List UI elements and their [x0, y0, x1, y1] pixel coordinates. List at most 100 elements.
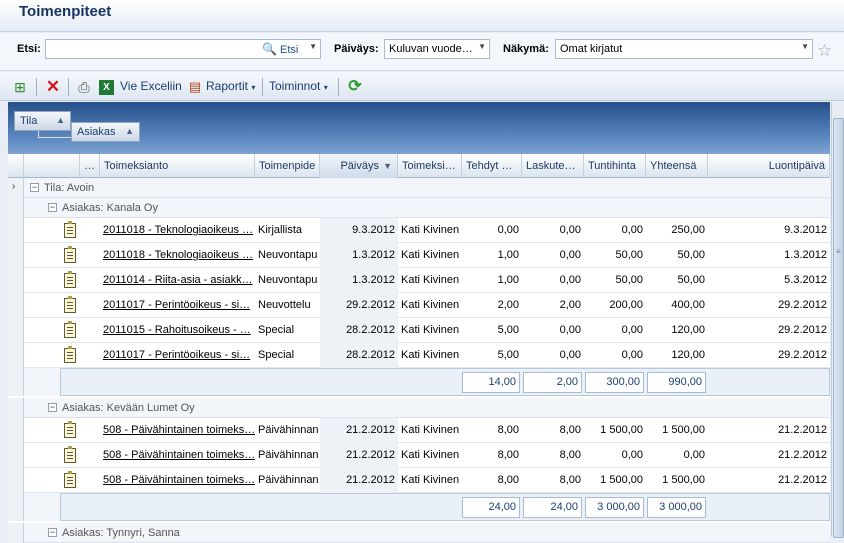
- collapse-icon[interactable]: −: [48, 203, 57, 212]
- cell-tehdyt: 8,00: [497, 474, 519, 486]
- search-input[interactable]: 🔍 Etsi ▼: [45, 39, 321, 59]
- current-row-arrow-icon: ›: [12, 181, 16, 192]
- add-icon[interactable]: ⊞: [11, 78, 29, 96]
- table-row[interactable]: 2011017 - Perintöoikeus - si… Neuvottelu 2…: [8, 293, 830, 318]
- group-row-customer[interactable]: − Asiakas: Tynnyri, Sanna: [8, 523, 830, 543]
- column-header-tehdyt[interactable]: Tehdyt …: [462, 154, 522, 178]
- task-note-icon: [64, 296, 76, 313]
- cell-toimeksianto[interactable]: 2011018 - Teknologiaoikeus …: [100, 243, 255, 268]
- column-header-more[interactable]: …: [80, 154, 100, 178]
- cell-tehdyt: 1,00: [497, 249, 519, 261]
- cell-toimeksianto[interactable]: 2011015 - Rahoitusoikeus - …: [100, 318, 255, 343]
- cell-toimenpide: Päivähinnan: [258, 449, 319, 461]
- vertical-scrollbar[interactable]: ≡: [831, 102, 844, 538]
- cell-toimeksianto[interactable]: 508 - Päivähintainen toimeks…: [100, 418, 255, 443]
- date-value: Kuluvan vuode…: [389, 43, 473, 55]
- cell-toimenpide: Neuvottelu: [258, 299, 311, 311]
- cell-toimeksisaaja: Kati Kivinen: [401, 349, 460, 361]
- column-header-toimenpide[interactable]: Toimenpide: [255, 154, 320, 178]
- group-chip-asiakas[interactable]: Asiakas ▲: [71, 122, 140, 142]
- cell-paivays: 28.2.2012: [320, 318, 398, 343]
- header-indicator: [8, 154, 24, 178]
- sort-down-icon: ▼: [383, 161, 392, 171]
- refresh-icon[interactable]: ⟳: [346, 78, 364, 96]
- cell-toimeksianto[interactable]: 2011018 - Teknologiaoikeus …: [100, 218, 255, 243]
- search-icon: 🔍: [262, 42, 277, 56]
- actions-menu[interactable]: Toiminnot ▾: [269, 79, 328, 97]
- column-header-paivays-label: Päiväys: [340, 160, 379, 172]
- cell-toimeksianto[interactable]: 2011017 - Perintöoikeus - si…: [100, 343, 255, 368]
- cell-tehdyt: 5,00: [497, 324, 519, 336]
- date-select[interactable]: Kuluvan vuode… ▼: [384, 39, 490, 59]
- row-indicator: [8, 368, 24, 396]
- reports-menu[interactable]: Raportit ▾: [206, 79, 255, 97]
- column-header-luontipaiva[interactable]: Luontipäivä: [708, 154, 830, 178]
- table-row[interactable]: 2011018 - Teknologiaoikeus … Kirjallista 9…: [8, 218, 830, 243]
- column-header-paivays[interactable]: Päiväys ▼: [320, 154, 398, 178]
- group-row-customer[interactable]: − Asiakas: Kevään Lumet Oy: [8, 398, 830, 418]
- cell-toimeksianto[interactable]: 2011017 - Perintöoikeus - si…: [100, 293, 255, 318]
- cell-toimeksianto[interactable]: 2011014 - Riita-asia - asiakk…: [100, 268, 255, 293]
- search-button-label: Etsi: [280, 44, 299, 56]
- cell-toimenpide: Kirjallista: [258, 224, 303, 236]
- summary-yhteensa: 990,00: [647, 372, 706, 393]
- cell-paivays: 21.2.2012: [320, 443, 398, 468]
- cell-toimeksisaaja: Kati Kivinen: [401, 424, 460, 436]
- cell-luontipaiva: 21.2.2012: [778, 424, 827, 436]
- group-row-status[interactable]: › − Tila: Avoin: [8, 178, 830, 198]
- table-row[interactable]: 2011015 - Rahoitusoikeus - … Special 28.2.…: [8, 318, 830, 343]
- cell-tuntihinta: 200,00: [609, 299, 643, 311]
- favorite-star-icon[interactable]: ☆: [817, 41, 832, 61]
- toolbar-separator: [338, 78, 339, 96]
- row-indicator: [8, 243, 24, 268]
- column-header-tuntihinta[interactable]: Tuntihinta: [584, 154, 646, 178]
- column-header-laskutettava[interactable]: Laskute…: [522, 154, 584, 178]
- column-header-toimeksisaaja[interactable]: Toimeksi…: [398, 154, 462, 178]
- cell-toimeksisaaja: Kati Kivinen: [401, 274, 460, 286]
- collapse-icon[interactable]: −: [48, 403, 57, 412]
- table-row[interactable]: 2011018 - Teknologiaoikeus … Neuvontapu 1.…: [8, 243, 830, 268]
- summary-yhteensa: 3 000,00: [647, 497, 706, 518]
- summary-tehdyt: 24,00: [462, 497, 520, 518]
- cell-laskutettava: 0,00: [559, 249, 581, 261]
- cell-laskutettava: 0,00: [559, 349, 581, 361]
- row-indicator: [8, 268, 24, 293]
- actions-label: Toiminnot: [269, 79, 321, 93]
- cell-toimeksisaaja: Kati Kivinen: [401, 474, 460, 486]
- cell-tehdyt: 2,00: [497, 299, 519, 311]
- search-button[interactable]: 🔍 Etsi: [262, 42, 298, 56]
- column-header-toimeksianto[interactable]: Toimeksianto: [100, 154, 255, 178]
- task-note-icon: [64, 246, 76, 263]
- row-indicator: [8, 318, 24, 343]
- cell-toimeksianto[interactable]: 508 - Päivähintainen toimeks…: [100, 443, 255, 468]
- cell-yhteensa: 50,00: [677, 249, 705, 261]
- table-row[interactable]: 508 - Päivähintainen toimeks… Päivähinnan…: [8, 468, 830, 493]
- delete-icon[interactable]: ✕: [44, 78, 62, 96]
- scrollbar-thumb[interactable]: ≡: [833, 118, 844, 538]
- cell-toimenpide: Neuvontapu: [258, 274, 318, 286]
- chevron-down-icon[interactable]: ▼: [309, 42, 317, 51]
- table-row[interactable]: 508 - Päivähintainen toimeks… Päivähinnan…: [8, 443, 830, 468]
- cell-toimeksianto[interactable]: 508 - Päivähintainen toimeks…: [100, 468, 255, 493]
- cell-luontipaiva: 1.3.2012: [784, 249, 827, 261]
- table-row[interactable]: 2011017 - Perintöoikeus - si… Special 28.2…: [8, 343, 830, 368]
- cell-toimeksisaaja: Kati Kivinen: [401, 224, 460, 236]
- task-note-icon: [64, 346, 76, 363]
- cell-laskutettava: 0,00: [559, 274, 581, 286]
- group-by-panel: Tila ▲ Asiakas ▲: [8, 102, 830, 154]
- export-excel-button[interactable]: Vie Exceliin: [120, 79, 182, 97]
- print-icon[interactable]: ⎙: [75, 78, 93, 96]
- cell-tuntihinta: 1 500,00: [600, 424, 643, 436]
- group-row-customer[interactable]: − Asiakas: Kanala Oy: [8, 198, 830, 218]
- collapse-icon[interactable]: −: [30, 183, 39, 192]
- column-header-yhteensa[interactable]: Yhteensä: [646, 154, 708, 178]
- cell-toimenpide: Päivähinnan: [258, 474, 319, 486]
- cell-tehdyt: 5,00: [497, 349, 519, 361]
- table-row[interactable]: 508 - Päivähintainen toimeks… Päivähinnan…: [8, 418, 830, 443]
- cell-yhteensa: 250,00: [671, 224, 705, 236]
- cell-paivays: 1.3.2012: [320, 268, 398, 293]
- table-row[interactable]: 2011014 - Riita-asia - asiakk… Neuvontapu…: [8, 268, 830, 293]
- cell-laskutettava: 8,00: [559, 474, 581, 486]
- view-select[interactable]: Omat kirjatut ▼: [555, 39, 813, 59]
- group-chip-tila[interactable]: Tila ▲: [14, 111, 71, 131]
